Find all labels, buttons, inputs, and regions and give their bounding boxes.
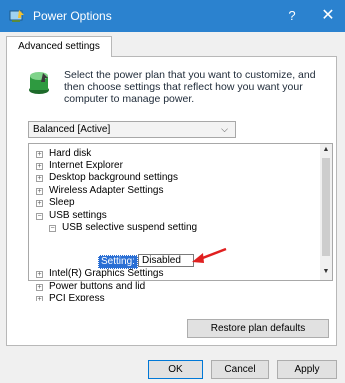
chevron-down-icon: ⌵ xyxy=(221,124,228,134)
tree-item-label: Power buttons and lid xyxy=(49,281,146,292)
tree-item-label: Wireless Adapter Settings xyxy=(49,185,164,196)
cancel-button[interactable]: Cancel xyxy=(211,360,269,379)
tree-item-label: Internet Explorer xyxy=(49,160,123,171)
power-plan-dropdown[interactable]: Balanced [Active] ⌵ xyxy=(28,121,236,138)
ok-button[interactable]: OK xyxy=(148,360,203,379)
tree-item[interactable]: + Intel(R) Graphics Settings xyxy=(36,268,280,280)
scroll-up-icon[interactable]: ▲ xyxy=(320,146,332,153)
collapse-icon[interactable]: − xyxy=(36,213,43,220)
tree-item-label: USB selective suspend setting xyxy=(62,222,198,233)
power-plan-selected: Balanced [Active] xyxy=(33,124,111,135)
description-text: Select the power plan that you want to c… xyxy=(64,69,316,105)
apply-button[interactable]: Apply xyxy=(277,360,337,379)
expand-icon[interactable]: + xyxy=(36,271,43,278)
tree-scrollbar[interactable]: ▲ ▼ xyxy=(320,144,332,280)
setting-label: Setting: xyxy=(98,255,138,269)
window-title: Power Options xyxy=(33,9,112,23)
power-plan-icon xyxy=(29,72,49,94)
expand-icon[interactable]: + xyxy=(36,163,43,170)
scrollbar-thumb[interactable] xyxy=(322,158,330,256)
tree-item[interactable]: + Sleep xyxy=(36,197,280,209)
tree-item[interactable]: − USB settings xyxy=(36,210,280,222)
tree-item[interactable]: + Wireless Adapter Settings xyxy=(36,185,280,197)
setting-value-dropdown[interactable]: Disabled xyxy=(138,254,194,267)
tree-item-label: USB settings xyxy=(49,210,107,221)
tree-item-label: Desktop background settings xyxy=(49,172,178,183)
tree-item[interactable]: + PCI Express xyxy=(36,293,280,301)
scroll-down-icon[interactable]: ▼ xyxy=(320,268,332,275)
expand-icon[interactable]: + xyxy=(36,296,43,301)
tree-item[interactable]: + Internet Explorer xyxy=(36,160,280,172)
help-button[interactable]: ? xyxy=(282,6,302,26)
collapse-icon[interactable]: − xyxy=(49,225,56,232)
tree-item-label: Sleep xyxy=(49,197,75,208)
tab-advanced-settings[interactable]: Advanced settings xyxy=(6,36,112,57)
restore-plan-defaults-button[interactable]: Restore plan defaults xyxy=(187,319,329,338)
tree-item[interactable]: + Power buttons and lid xyxy=(36,281,280,293)
tree-item[interactable]: − USB selective suspend setting xyxy=(49,222,280,234)
close-button[interactable]: ✕ xyxy=(318,6,338,26)
power-options-icon xyxy=(9,10,24,22)
expand-icon[interactable]: + xyxy=(36,151,43,158)
expand-icon[interactable]: + xyxy=(36,175,43,182)
expand-icon[interactable]: + xyxy=(36,200,43,207)
expand-icon[interactable]: + xyxy=(36,188,43,195)
title-bar: Power Options ? ✕ xyxy=(0,0,345,32)
expand-icon[interactable]: + xyxy=(36,284,43,291)
tree-item-label: PCI Express xyxy=(49,293,105,301)
tree-item[interactable]: + Hard disk xyxy=(36,148,280,160)
red-arrow-annotation-icon xyxy=(192,247,227,263)
tree-item-label: Intel(R) Graphics Settings xyxy=(49,268,164,279)
tree-item-label: Hard disk xyxy=(49,148,92,159)
tree-item[interactable]: + Desktop background settings xyxy=(36,172,280,184)
